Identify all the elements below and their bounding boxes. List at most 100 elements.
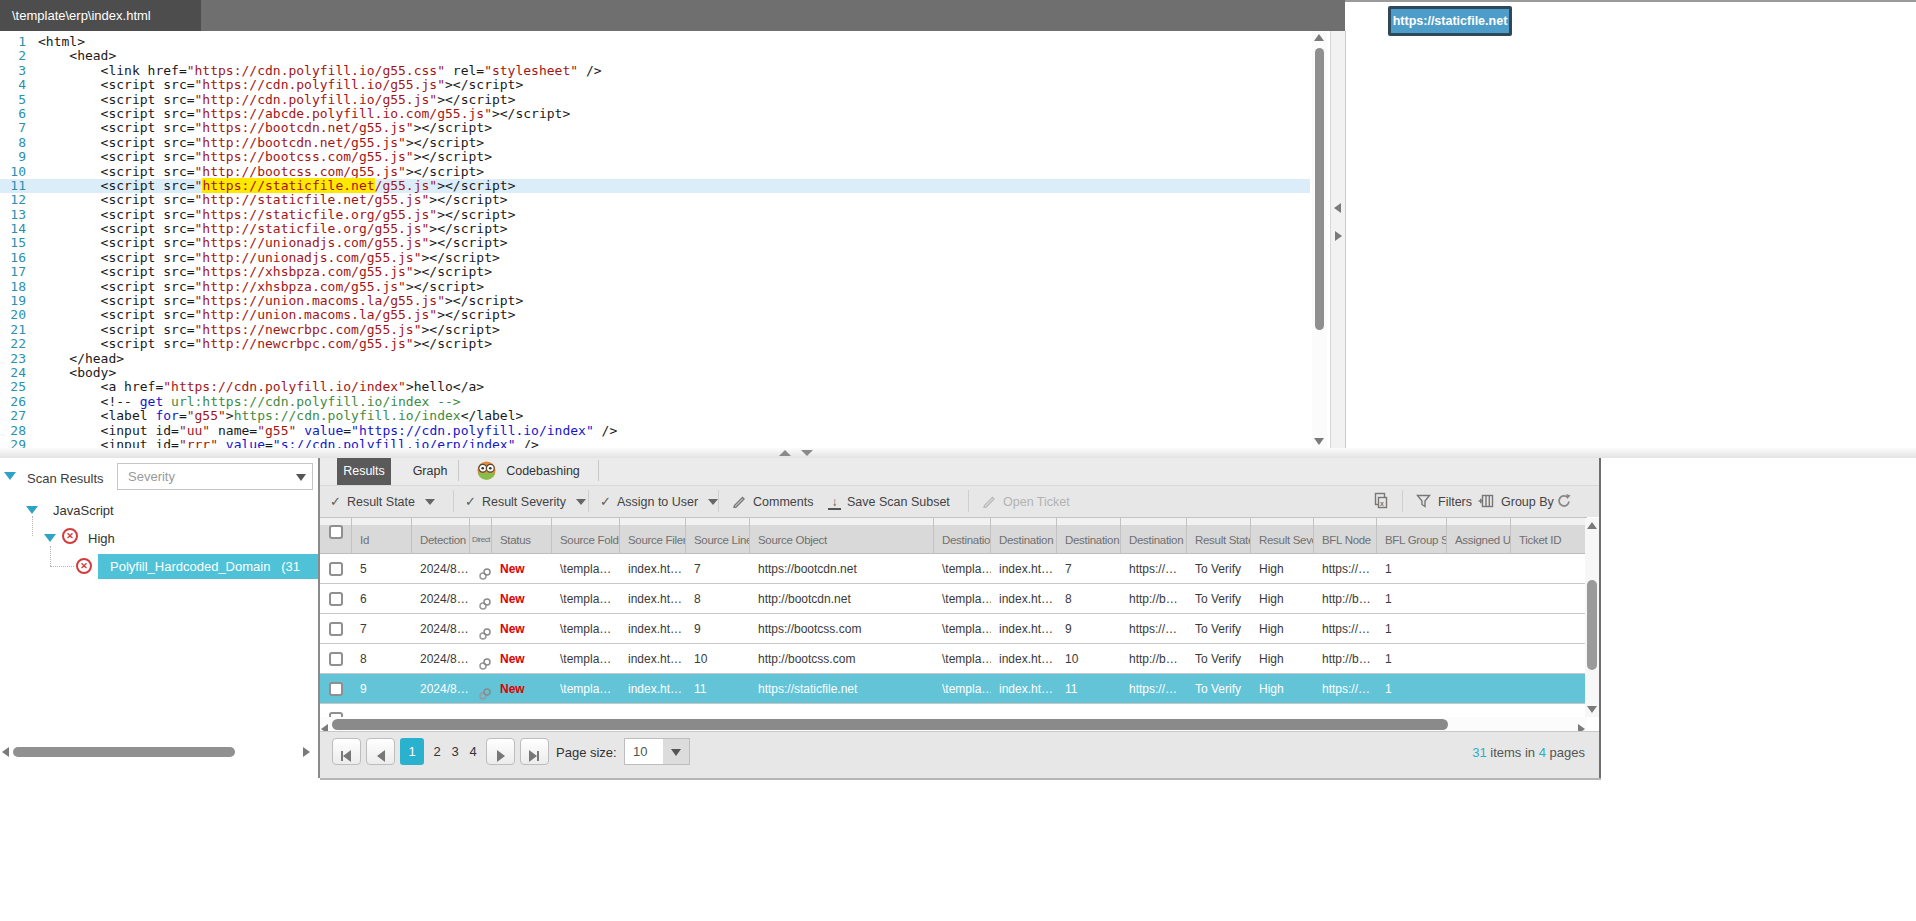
code-line-3[interactable]: 3 <link href="https://cdn.polyfill.io/g5…	[0, 64, 1310, 78]
code-line-8[interactable]: 8 <script src="http://bootcdn.net/g55.js…	[0, 136, 1310, 150]
splitter-down-icon[interactable]	[801, 450, 813, 456]
editor-splitter[interactable]	[1330, 31, 1346, 448]
code-line-25[interactable]: 25 <a href="https://cdn.polyfill.io/inde…	[0, 380, 1310, 394]
scan-scrollbar-thumb[interactable]	[13, 747, 235, 757]
code-line-17[interactable]: 17 <script src="https://xhsbpza.com/g55.…	[0, 265, 1310, 279]
table-scrollbar-thumb[interactable]	[1587, 580, 1597, 670]
export-button[interactable]: x	[1372, 486, 1389, 518]
table-row-partial[interactable]	[320, 704, 1587, 717]
scroll-left-icon[interactable]	[2, 747, 9, 757]
code-line-7[interactable]: 7 <script src="https://bootcdn.net/g55.j…	[0, 121, 1310, 135]
scroll-down-icon[interactable]	[1587, 706, 1597, 713]
group-by-button[interactable]: Group By	[1478, 486, 1556, 518]
file-tab[interactable]: \template\erp\index.html	[0, 0, 201, 31]
severity-dropdown[interactable]: Severity	[117, 463, 313, 490]
save-scan-subset-button[interactable]: ↓Save Scan Subset	[828, 486, 952, 518]
tree-node-high[interactable]: High	[88, 531, 115, 546]
column-header-destination-o[interactable]: Destination O	[1121, 518, 1187, 555]
collapse-panel-icon[interactable]	[4, 472, 16, 480]
tab-codebashing[interactable]: Codebashing	[465, 458, 595, 485]
column-header-destination-l[interactable]: Destination L	[1057, 518, 1121, 555]
code-line-23[interactable]: 23 </head>	[0, 352, 1310, 366]
tree-expand-high-icon[interactable]	[44, 534, 56, 542]
code-line-6[interactable]: 6 <script src="https://abcde.polyfill.io…	[0, 107, 1310, 121]
prev-page-button[interactable]	[366, 738, 395, 765]
code-line-19[interactable]: 19 <script src="https://union.macoms.la/…	[0, 294, 1310, 308]
code-editor[interactable]: 1<html>2 <head>3 <link href="https://cdn…	[0, 31, 1310, 448]
page-size-dropdown[interactable]: 10	[624, 738, 690, 765]
column-header-result-sever[interactable]: Result Sever	[1251, 518, 1314, 555]
column-header-direct[interactable]: Direct	[470, 518, 492, 555]
code-line-14[interactable]: 14 <script src="http://staticfile.org/g5…	[0, 222, 1310, 236]
row-checkbox[interactable]	[329, 562, 343, 576]
code-line-27[interactable]: 27 <label for="g55">https://cdn.polyfill…	[0, 409, 1310, 423]
page-2-button[interactable]: 2	[428, 738, 446, 765]
first-page-button[interactable]	[332, 738, 361, 765]
code-line-13[interactable]: 13 <script src="https://staticfile.org/g…	[0, 208, 1310, 222]
collapse-left-icon[interactable]	[1334, 203, 1341, 213]
collapse-right-icon[interactable]	[1335, 231, 1342, 241]
code-line-9[interactable]: 9 <script src="https://bootcss.com/g55.j…	[0, 150, 1310, 164]
code-scrollbar-thumb[interactable]	[1315, 48, 1324, 330]
column-header-result-state[interactable]: Result State	[1187, 518, 1251, 555]
tree-expand-javascript-icon[interactable]	[26, 506, 38, 514]
row-checkbox[interactable]	[329, 652, 343, 666]
refresh-button[interactable]	[1556, 486, 1572, 518]
tab-results[interactable]: Results	[337, 458, 391, 485]
scroll-up-icon[interactable]	[1314, 34, 1324, 41]
table-hscrollbar-thumb[interactable]	[332, 719, 1448, 730]
code-line-20[interactable]: 20 <script src="http://union.macoms.la/g…	[0, 308, 1310, 322]
column-header-bfl-group-s[interactable]: BFL Group S	[1377, 518, 1447, 555]
code-line-28[interactable]: 28 <input id="uu" name="g55" value="http…	[0, 424, 1310, 438]
code-line-11[interactable]: 11 <script src="https://staticfile.net/g…	[0, 179, 1310, 193]
code-line-22[interactable]: 22 <script src="http://newcrbpc.com/g55.…	[0, 337, 1310, 351]
row-checkbox[interactable]	[329, 592, 343, 606]
row-checkbox[interactable]	[329, 682, 343, 696]
column-header-source-folde[interactable]: Source Folde	[552, 518, 620, 555]
page-3-button[interactable]: 3	[446, 738, 464, 765]
table-horizontal-scrollbar[interactable]	[320, 717, 1587, 731]
table-row[interactable]: 72024/8…New\templa…index.ht…9https://boo…	[320, 614, 1587, 644]
tree-node-query-selected[interactable]: Polyfill_Hardcoded_Domain (31	[98, 554, 318, 579]
page-4-button[interactable]: 4	[464, 738, 482, 765]
code-line-18[interactable]: 18 <script src="http://xhsbpza.com/g55.j…	[0, 280, 1310, 294]
last-page-button[interactable]	[520, 738, 549, 765]
column-header-bfl-node[interactable]: BFL Node	[1314, 518, 1377, 555]
horizontal-splitter[interactable]	[0, 448, 1916, 458]
code-line-29[interactable]: 29 <input id="rrr" value="s://cdn.polyfi…	[0, 438, 1310, 448]
open-ticket-button[interactable]: Open Ticket	[982, 486, 1072, 518]
column-header-status[interactable]: Status	[492, 518, 552, 555]
select-all-checkbox[interactable]	[329, 525, 343, 539]
page-1-button[interactable]: 1	[400, 738, 424, 765]
code-line-15[interactable]: 15 <script src="https://unionadjs.com/g5…	[0, 236, 1310, 250]
result-severity-button[interactable]: ✓Result Severity	[465, 486, 586, 518]
tab-graph[interactable]: Graph	[405, 458, 455, 485]
code-line-5[interactable]: 5 <script src="http://cdn.polyfill.io/g5…	[0, 93, 1310, 107]
table-row[interactable]: 52024/8…New\templa…index.ht…7https://boo…	[320, 554, 1587, 584]
code-line-10[interactable]: 10 <script src="http://bootcss.com/g55.j…	[0, 165, 1310, 179]
column-header-destination-f[interactable]: Destination F	[991, 518, 1057, 555]
scan-panel-hscrollbar[interactable]	[0, 746, 318, 758]
column-header-assigned-us[interactable]: Assigned Us	[1447, 518, 1511, 555]
assign-to-user-button[interactable]: ✓Assign to User	[600, 486, 718, 518]
result-state-button[interactable]: ✓Result State	[330, 486, 435, 518]
code-line-21[interactable]: 21 <script src="https://newcrbpc.com/g55…	[0, 323, 1310, 337]
column-header-source-line[interactable]: Source Line	[686, 518, 750, 555]
code-line-12[interactable]: 12 <script src="http://staticfile.net/g5…	[0, 193, 1310, 207]
row-checkbox[interactable]	[329, 622, 343, 636]
code-line-16[interactable]: 16 <script src="http://unionadjs.com/g55…	[0, 251, 1310, 265]
table-row[interactable]: 92024/8…New\templa…index.ht…11https://st…	[320, 674, 1587, 704]
column-header-source-filen[interactable]: Source Filen	[620, 518, 686, 555]
scroll-up-icon[interactable]	[1587, 522, 1597, 529]
table-row[interactable]: 82024/8…New\templa…index.ht…10http://boo…	[320, 644, 1587, 674]
code-line-24[interactable]: 24 <body>	[0, 366, 1310, 380]
column-header-checkbox[interactable]	[320, 518, 352, 555]
code-line-4[interactable]: 4 <script src="https://cdn.polyfill.io/g…	[0, 78, 1310, 92]
code-line-1[interactable]: 1<html>	[0, 35, 1310, 49]
splitter-up-icon[interactable]	[779, 450, 791, 456]
column-header-ticket-id[interactable]: Ticket ID	[1511, 518, 1587, 555]
column-header-detection-da[interactable]: Detection Da	[412, 518, 470, 555]
column-header-source-object[interactable]: Source Object	[750, 518, 934, 555]
filters-button[interactable]: Filters	[1416, 486, 1474, 518]
table-row[interactable]: 62024/8…New\templa…index.ht…8http://boot…	[320, 584, 1587, 614]
